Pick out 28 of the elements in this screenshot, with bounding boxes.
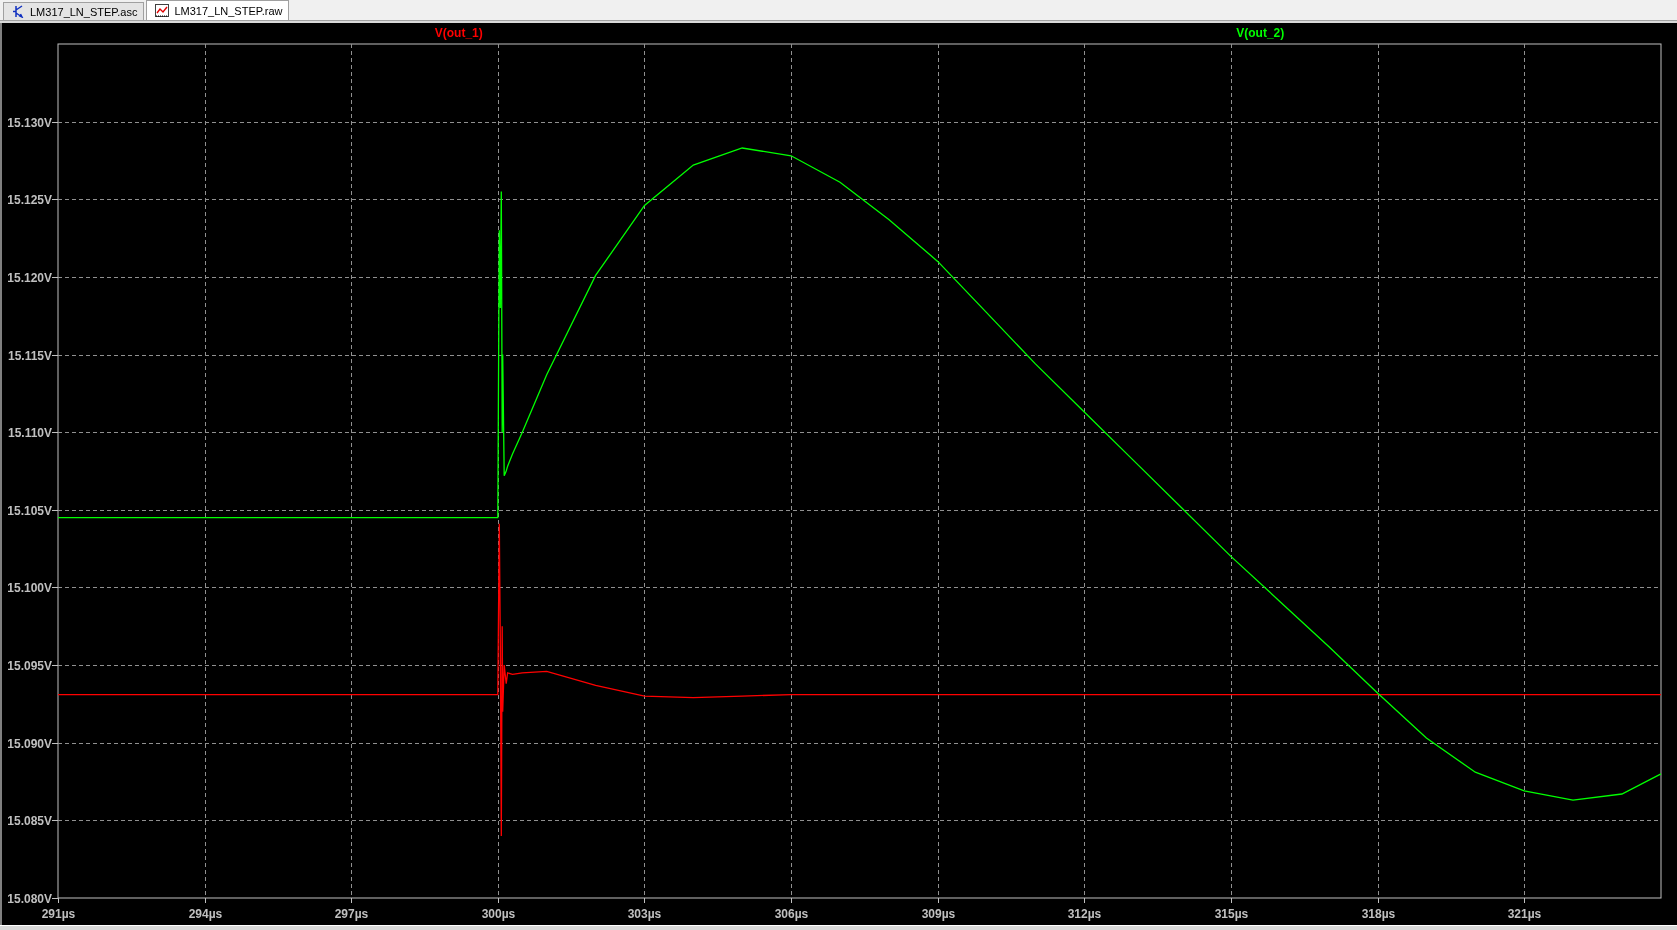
trace-label[interactable]: V(out_1) [434, 26, 483, 40]
x-axis-label: 300µs [481, 907, 516, 921]
trace-label[interactable]: V(out_2) [1236, 26, 1285, 40]
x-axis-label: 297µs [334, 907, 369, 921]
file-tab[interactable]: LM317_LN_STEP.asc [3, 2, 145, 20]
y-axis-label: 15.110V [7, 425, 52, 440]
x-axis-label: 309µs [921, 907, 956, 921]
x-axis-label: 318µs [1361, 907, 1396, 921]
x-axis-label: 294µs [188, 907, 223, 921]
y-axis-label: 15.130V [7, 115, 52, 130]
y-axis-label: 15.105V [7, 503, 52, 518]
waveform-chart-icon [155, 4, 170, 17]
y-axis-label: 15.080V [7, 891, 52, 906]
y-axis-label: 15.095V [7, 658, 52, 673]
y-axis-label: 15.115V [7, 348, 52, 363]
x-axis-label: 291µs [41, 907, 76, 921]
file-tab[interactable]: LM317_LN_STEP.raw [146, 0, 290, 20]
y-axis-label: 15.090V [7, 736, 52, 751]
x-axis-label: 306µs [774, 907, 809, 921]
y-axis-label: 15.100V [7, 580, 52, 595]
x-axis-label: 312µs [1067, 907, 1102, 921]
x-axis-label: 315µs [1214, 907, 1249, 921]
y-axis-label: 15.125V [7, 192, 52, 207]
x-axis-label: 303µs [627, 907, 662, 921]
transistor-icon [12, 5, 25, 18]
y-axis-label: 15.085V [7, 813, 52, 828]
y-axis-label: 15.120V [7, 270, 52, 285]
x-axis-label: 321µs [1507, 907, 1542, 921]
